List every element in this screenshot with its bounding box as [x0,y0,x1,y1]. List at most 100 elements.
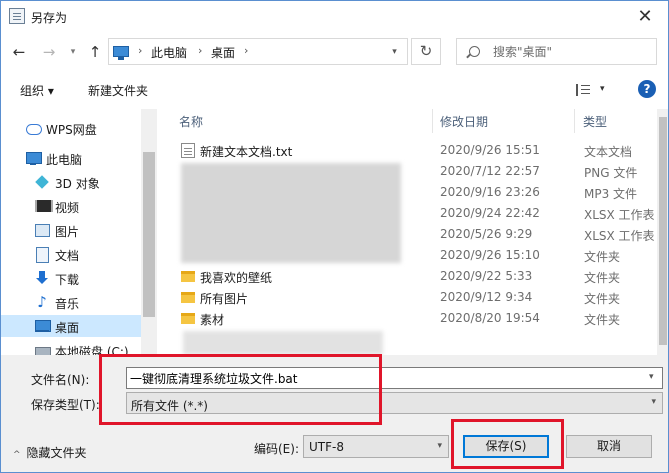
close-button[interactable]: ✕ [622,1,668,32]
sidebar-item-wps-cloud[interactable]: WPS网盘 [1,117,141,139]
sidebar-item-label: 文档 [55,249,80,263]
column-header-label: 名称 [179,115,204,129]
scrollbar-thumb[interactable] [659,117,667,345]
drive-icon [34,342,51,355]
sidebar-item-desktop[interactable]: 桌面 [1,315,141,337]
search-input[interactable] [493,44,648,60]
dialog-icon [9,8,25,24]
sidebar-item-label: 图片 [55,225,80,239]
search-box[interactable] [456,38,657,65]
new-folder-button[interactable]: 新建文件夹 [88,82,148,99]
cube-icon [34,174,50,190]
encoding-select[interactable]: UTF-8 ▾ [303,435,449,458]
table-row[interactable]: 我喜欢的壁纸 2020/9/22 5:33 文件夹 [171,266,657,287]
view-options-icon[interactable] [576,84,590,96]
filetype-value: 所有文件 (*.*) [131,399,208,413]
scrollbar-thumb[interactable] [143,152,155,317]
breadcrumb-this-pc[interactable]: 此电脑 [151,44,187,61]
cloud-icon [25,120,42,136]
breadcrumb-separator-icon[interactable]: › [138,44,142,57]
up-button[interactable]: ↑ [85,42,105,62]
filetype-select[interactable]: 所有文件 (*.*) ▾ [126,392,663,414]
file-date: 2020/9/24 22:42 [440,206,540,220]
sidebar-item-documents[interactable]: 文档 [1,243,141,265]
file-name: 我喜欢的壁纸 [200,271,273,285]
recent-locations-dropdown[interactable]: ▾ [63,42,83,62]
file-list-scrollbar[interactable] [657,109,668,355]
table-row[interactable]: 素材 2020/8/20 19:54 文件夹 [171,308,657,329]
address-bar[interactable]: › 此电脑 › 桌面 › [108,38,408,65]
redacted-filenames [183,331,383,355]
desktop-icon [34,318,51,334]
sidebar-item-music[interactable]: ♪ 音乐 [1,291,141,313]
forward-button[interactable]: → [39,42,59,62]
filename-dropdown[interactable]: ▾ [649,372,654,382]
save-button[interactable]: 保存(S) [463,435,549,458]
file-type: 文件夹 [584,292,621,306]
file-date: 2020/7/12 22:57 [440,164,540,178]
filename-input[interactable] [126,367,663,389]
dialog-title: 另存为 [31,11,68,25]
file-name: 新建文本文档.txt [200,145,293,159]
document-icon [34,246,50,263]
redacted-filenames [181,163,401,263]
address-dropdown[interactable]: ▾ [382,38,408,65]
refresh-button[interactable]: ↻ [411,38,441,65]
back-button[interactable]: ← [9,42,29,62]
breadcrumb-separator-icon[interactable]: › [244,44,248,57]
filename-label: 文件名(N): [31,373,90,387]
hide-folders-toggle[interactable]: ^ 隐藏文件夹 [13,444,87,461]
sidebar-item-label: 桌面 [55,321,80,335]
organize-button[interactable]: 组织 ▾ [20,82,54,99]
file-type: 文件夹 [584,313,621,327]
navigation-bar: ← → ▾ ↑ › 此电脑 › 桌面 › ▾ ↻ [1,36,668,68]
sidebar-item-pictures[interactable]: 图片 [1,219,141,241]
table-row[interactable]: 所有图片 2020/9/12 9:34 文件夹 [171,287,657,308]
chevron-down-icon: ▾ [651,397,656,407]
filetype-label: 保存类型(T): [31,398,100,412]
file-list: ^ 名称 修改日期 类型 新建文本文档.txt 2020/9/26 15:51 … [171,109,657,355]
sidebar-item-videos[interactable]: 视频 [1,195,141,217]
breadcrumb-separator-icon[interactable]: › [198,44,202,57]
table-row[interactable]: 新建文本文档.txt 2020/9/26 15:51 文本文档 [171,140,657,161]
sidebar-item-downloads[interactable]: 下载 [1,267,141,289]
file-type: XLSX 工作表 [584,208,655,222]
sidebar-item-3d-objects[interactable]: 3D 对象 [1,171,141,193]
encoding-value: UTF-8 [309,440,344,454]
cancel-button[interactable]: 取消 [566,435,652,458]
sidebar-item-label: 此电脑 [46,153,83,167]
column-header-type[interactable]: 类型 [575,109,657,133]
column-header-label: 类型 [583,115,608,129]
file-date: 2020/9/22 5:33 [440,269,533,283]
breadcrumb-desktop[interactable]: 桌面 [211,44,235,61]
hide-folders-label: 隐藏文件夹 [26,446,87,460]
title-bar: 另存为 ✕ [1,1,668,32]
file-date: 2020/9/26 15:10 [440,248,540,262]
navigation-pane-scrollbar[interactable] [141,109,157,355]
sidebar-item-this-pc[interactable]: 此电脑 [1,147,141,169]
file-date: 2020/9/26 15:51 [440,143,540,157]
sort-arrow-icon: ^ [283,109,291,116]
column-header-name[interactable]: ^ 名称 [171,109,433,133]
column-header-date[interactable]: 修改日期 [433,109,575,133]
sidebar-item-label: 本地磁盘 (C:) [55,345,129,355]
chevron-up-icon: ^ [13,450,21,460]
sidebar-item-label: 视频 [55,201,80,215]
file-date: 2020/9/12 9:34 [440,290,533,304]
sidebar-item-local-disk-c[interactable]: 本地磁盘 (C:) [1,339,141,355]
video-icon [34,198,53,214]
command-toolbar: 组织 ▾ 新建文件夹 ▾ ? [1,76,668,104]
navigation-pane: WPS网盘 此电脑 3D 对象 视频 图片 文档 下载 ♪ 音乐 桌面 本地磁盘… [1,109,141,355]
column-header-label: 修改日期 [440,115,489,129]
sidebar-item-label: 下载 [55,273,80,287]
music-icon: ♪ [37,293,47,311]
folder-icon [181,271,195,282]
help-icon[interactable]: ? [638,80,656,98]
file-type: 文件夹 [584,271,621,285]
text-file-icon [181,143,195,158]
file-name: 素材 [200,313,225,327]
computer-icon [25,150,42,166]
view-options-dropdown[interactable]: ▾ [600,84,605,94]
folder-icon [181,292,195,303]
file-type: XLSX 工作表 [584,229,655,243]
